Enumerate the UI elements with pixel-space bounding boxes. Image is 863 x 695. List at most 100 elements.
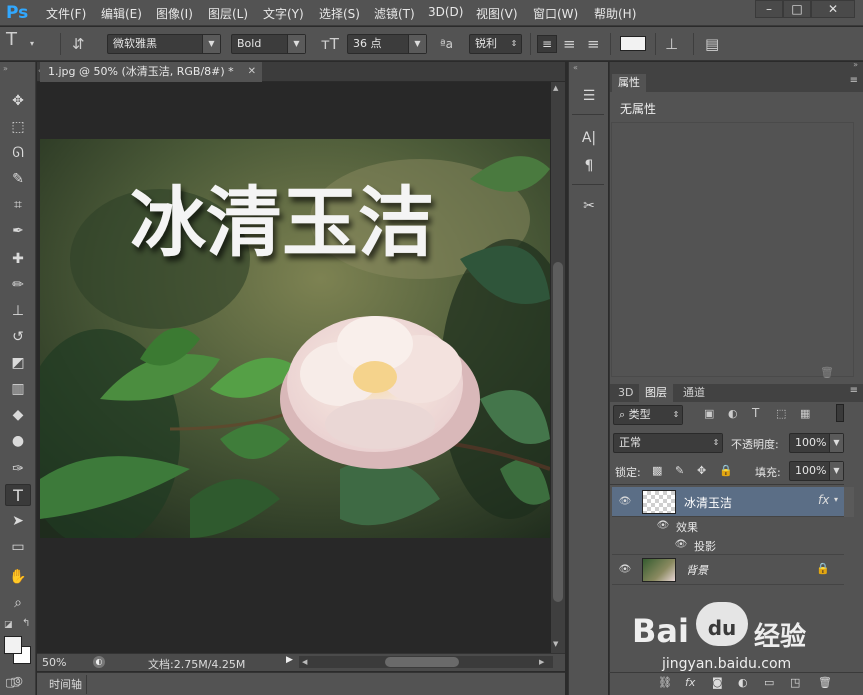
- collapse-icon[interactable]: «: [573, 63, 578, 72]
- menu-file[interactable]: 文件(F): [46, 5, 86, 22]
- blend-mode-select[interactable]: 正常 ⇕: [613, 433, 723, 453]
- layer-name[interactable]: 背景: [686, 562, 708, 578]
- menu-help[interactable]: 帮助(H): [594, 5, 636, 22]
- eye-icon[interactable]: 👁: [674, 538, 688, 552]
- lock-position-icon[interactable]: ✥: [697, 464, 706, 477]
- menu-window[interactable]: 窗口(W): [533, 5, 578, 22]
- menu-view[interactable]: 视图(V): [476, 5, 518, 22]
- tool-presets-icon[interactable]: ✂: [576, 194, 602, 218]
- menu-select[interactable]: 选择(S): [319, 5, 360, 22]
- filter-toggle[interactable]: [836, 404, 844, 422]
- maximize-button[interactable]: □: [783, 0, 811, 18]
- crop-tool-icon[interactable]: ⌗: [5, 194, 31, 216]
- opacity-input[interactable]: 100% ▼: [789, 433, 844, 453]
- scroll-thumb[interactable]: [385, 657, 459, 667]
- layer-effect-dropshadow-row[interactable]: 👁 投影: [612, 536, 844, 555]
- filter-smart-object-icon[interactable]: ▦: [800, 407, 810, 420]
- status-icon[interactable]: ◐: [93, 656, 105, 668]
- font-style-select[interactable]: Bold ▼: [231, 34, 306, 54]
- pen-tool-icon[interactable]: ✑: [5, 458, 31, 480]
- antialias-select[interactable]: 锐利 ⇕: [469, 34, 522, 54]
- scroll-down-icon[interactable]: ▼: [553, 640, 558, 648]
- tab-layers[interactable]: 图层: [639, 384, 673, 402]
- zoom-tool-icon[interactable]: ⌕: [5, 592, 31, 614]
- scroll-thumb[interactable]: [553, 262, 563, 602]
- swap-colors-icon[interactable]: ↰: [22, 618, 30, 629]
- lock-all-icon[interactable]: 🔒: [719, 464, 733, 477]
- paragraph-panel-icon[interactable]: ¶: [576, 154, 602, 178]
- scroll-left-icon[interactable]: ◀: [302, 656, 307, 668]
- font-size-select[interactable]: 36 点 ▼: [347, 34, 427, 54]
- status-menu-arrow-icon[interactable]: ▶: [286, 655, 293, 665]
- blur-tool-icon[interactable]: ◆: [5, 404, 31, 426]
- default-colors-icon[interactable]: ◪: [4, 620, 13, 630]
- collapse-icon[interactable]: »: [3, 64, 8, 73]
- filter-shape-icon[interactable]: ⬚: [776, 407, 786, 420]
- warp-text-icon[interactable]: ⊥: [665, 35, 678, 53]
- path-select-tool-icon[interactable]: ➤: [5, 510, 31, 532]
- layer-row-text[interactable]: 👁 冰清玉洁 fx ▾: [612, 487, 844, 517]
- panel-menu-icon[interactable]: ≡: [850, 75, 858, 86]
- marquee-tool-icon[interactable]: ⬚: [5, 116, 31, 138]
- zoom-level[interactable]: 50%: [42, 656, 66, 669]
- layer-name[interactable]: 冰清玉洁: [684, 494, 732, 511]
- quick-select-tool-icon[interactable]: ✎: [5, 168, 31, 190]
- layer-row-background[interactable]: 👁 背景 🔒: [612, 555, 844, 585]
- filter-adjustment-icon[interactable]: ◐: [728, 407, 738, 420]
- eraser-tool-icon[interactable]: ◩: [5, 352, 31, 374]
- filter-pixel-icon[interactable]: ▣: [704, 407, 714, 420]
- align-right-icon[interactable]: ≡: [587, 35, 600, 53]
- layer-effects-row[interactable]: 👁 效果: [612, 517, 844, 536]
- vertical-scrollbar[interactable]: ▲ ▼: [551, 82, 565, 653]
- menu-edit[interactable]: 编辑(E): [101, 5, 142, 22]
- menu-image[interactable]: 图像(I): [156, 5, 193, 22]
- character-panel-icon[interactable]: A|: [576, 126, 602, 150]
- chevron-down-icon[interactable]: ▾: [834, 495, 838, 504]
- eye-icon[interactable]: 👁: [656, 519, 670, 533]
- document-canvas[interactable]: 冰清玉洁: [40, 139, 550, 538]
- trash-icon[interactable]: 🗑: [820, 366, 834, 379]
- lock-image-icon[interactable]: ✎: [675, 464, 684, 477]
- type-tool-icon[interactable]: T: [5, 484, 31, 506]
- filter-type-icon[interactable]: T: [752, 406, 759, 420]
- timeline-tab[interactable]: 时间轴: [41, 675, 87, 694]
- menu-filter[interactable]: 滤镜(T): [374, 5, 415, 22]
- chevron-down-icon[interactable]: ▾: [30, 35, 34, 53]
- tab-channels[interactable]: 通道: [677, 384, 711, 402]
- menu-type[interactable]: 文字(Y): [263, 5, 304, 22]
- align-center-icon[interactable]: ≡: [563, 35, 576, 53]
- close-tab-icon[interactable]: ✕: [248, 62, 256, 82]
- font-family-select[interactable]: 微软雅黑 ▼: [107, 34, 221, 54]
- eyedropper-tool-icon[interactable]: ✒: [5, 220, 31, 242]
- menu-3d[interactable]: 3D(D): [428, 5, 463, 19]
- history-brush-tool-icon[interactable]: ↺: [5, 326, 31, 348]
- brush-tool-icon[interactable]: ✏: [5, 274, 31, 296]
- tab-3d[interactable]: 3D: [612, 384, 639, 402]
- horizontal-scrollbar[interactable]: ◀ ▶: [299, 656, 553, 668]
- clone-stamp-tool-icon[interactable]: ⊥: [5, 300, 31, 322]
- scroll-up-icon[interactable]: ▲: [553, 84, 558, 92]
- layer-filter-select[interactable]: ⌕ 类型 ⇕: [613, 405, 683, 425]
- align-left-icon[interactable]: ≡: [537, 35, 557, 53]
- fill-input[interactable]: 100% ▼: [789, 461, 844, 481]
- hand-tool-icon[interactable]: ✋: [5, 566, 31, 588]
- collapse-icon[interactable]: »: [853, 60, 858, 69]
- gradient-tool-icon[interactable]: ▥: [5, 378, 31, 400]
- fx-icon[interactable]: fx: [818, 493, 829, 507]
- healing-brush-tool-icon[interactable]: ✚: [5, 248, 31, 270]
- shape-tool-icon[interactable]: ▭: [5, 536, 31, 558]
- screen-mode-icon[interactable]: ▢: [10, 675, 20, 688]
- dodge-tool-icon[interactable]: ●: [5, 430, 31, 452]
- document-tab[interactable]: 1.jpg @ 50% (冰清玉洁, RGB/8#) * ✕: [40, 62, 262, 82]
- lock-transparent-icon[interactable]: ▩: [652, 464, 662, 477]
- move-tool-icon[interactable]: ✥: [5, 90, 31, 112]
- scroll-right-icon[interactable]: ▶: [539, 656, 544, 668]
- minimize-button[interactable]: –: [755, 0, 783, 18]
- panel-menu-icon[interactable]: ≡: [850, 385, 858, 396]
- eye-icon[interactable]: 👁: [618, 563, 632, 577]
- close-button[interactable]: ✕: [811, 0, 855, 18]
- menu-layer[interactable]: 图层(L): [208, 5, 248, 22]
- tab-properties[interactable]: 属性: [612, 74, 646, 92]
- toggle-orientation-icon[interactable]: ⇵: [72, 35, 85, 53]
- lasso-tool-icon[interactable]: ᘏ: [5, 142, 31, 164]
